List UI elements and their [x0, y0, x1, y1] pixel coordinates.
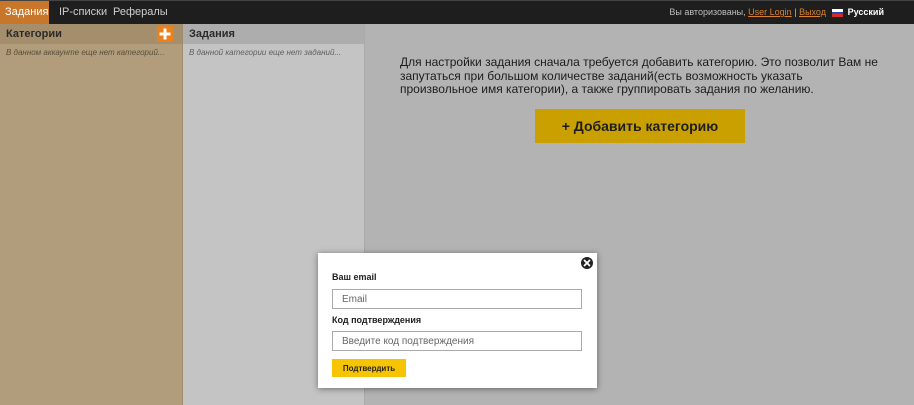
auth-separator: | — [794, 7, 797, 17]
code-input[interactable] — [332, 331, 582, 351]
close-icon — [583, 259, 591, 267]
add-category-button[interactable]: + Добавить категорию — [535, 109, 745, 143]
logout-link[interactable]: Выход — [799, 7, 826, 17]
auth-text: Вы авторизованы, — [669, 7, 746, 17]
categories-header: Категории — [0, 24, 182, 44]
categories-panel: Категории В данном аккаунте еще нет кате… — [0, 24, 183, 405]
tab-ip-lists[interactable]: IP-списки — [57, 1, 109, 24]
email-label: Ваш email — [332, 272, 377, 282]
info-text: Для настройки задания сначала требуется … — [400, 55, 878, 96]
language-selector[interactable]: Русский — [831, 1, 884, 24]
close-button[interactable] — [581, 257, 593, 269]
tasks-title: Задания — [189, 28, 235, 40]
plus-icon — [159, 28, 171, 40]
language-label: Русский — [847, 7, 884, 17]
tab-referrals[interactable]: Рефералы — [111, 1, 170, 24]
add-category-plus-button[interactable] — [157, 26, 173, 42]
email-confirm-modal: Ваш email Код подтверждения Подтвердить — [318, 253, 597, 388]
categories-empty-text: В данном аккаунте еще нет категорий... — [6, 48, 165, 57]
code-label: Код подтверждения — [332, 315, 422, 325]
auth-status: Вы авторизованы, User Login | Выход — [669, 1, 826, 24]
categories-title: Категории — [6, 28, 62, 40]
russian-flag-icon — [831, 9, 843, 17]
confirm-button[interactable]: Подтвердить — [332, 359, 406, 377]
tasks-empty-text: В данной категории еще нет заданий... — [189, 48, 342, 57]
tab-tasks[interactable]: Задания — [0, 1, 49, 24]
top-nav-bar: Задания IP-списки Рефералы Вы авторизова… — [0, 0, 914, 24]
user-login-link[interactable]: User Login — [748, 7, 792, 17]
tasks-header: Задания — [183, 24, 364, 44]
email-input[interactable] — [332, 289, 582, 309]
